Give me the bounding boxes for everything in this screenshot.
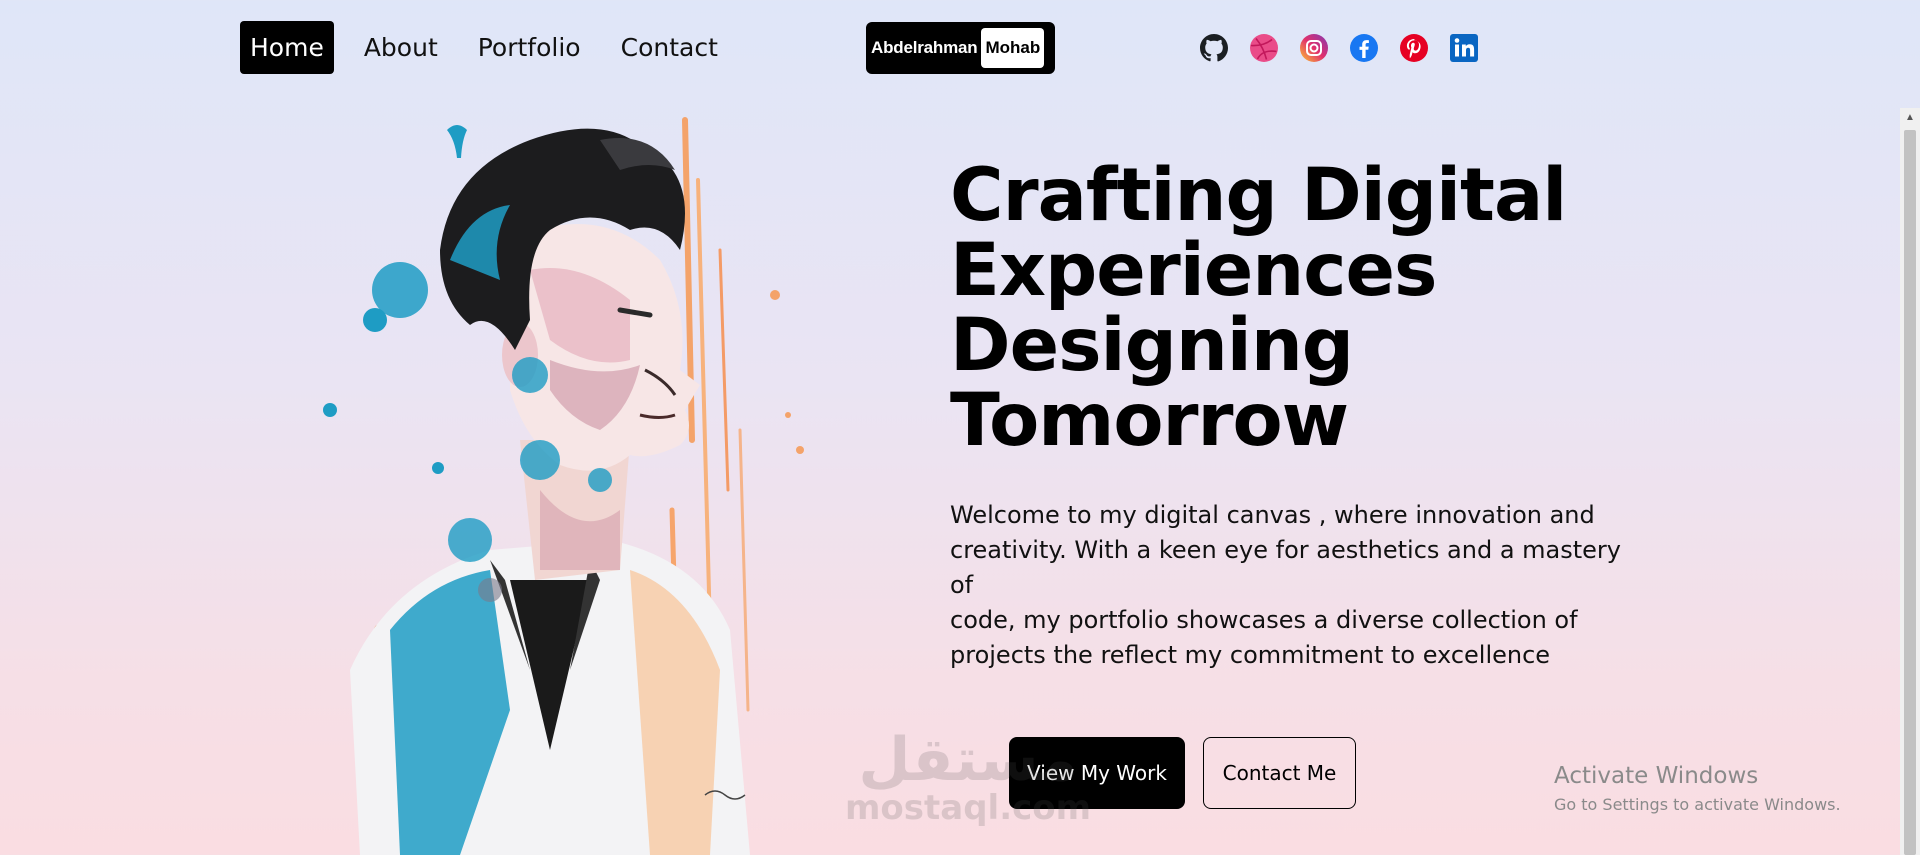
linkedin-icon[interactable]	[1448, 32, 1480, 64]
watermark-latin: mostaql.com	[845, 788, 1092, 828]
site-logo[interactable]: Abdelrahman Mohab	[866, 22, 1055, 74]
hero-headline: Crafting Digital Experiences Designing T…	[950, 158, 1650, 458]
headline-line-4: Tomorrow	[950, 378, 1349, 463]
intro-line: projects the reflect my commitment to ex…	[950, 641, 1551, 669]
social-links	[1198, 32, 1498, 64]
headline-line-3: Designing	[950, 303, 1354, 388]
intro-line: creativity. With a keen eye for aestheti…	[950, 536, 1621, 599]
intro-line: Welcome to my digital canvas , where inn…	[950, 501, 1595, 529]
scroll-up-arrow-icon[interactable]: ▲	[1900, 108, 1920, 126]
nav-contact[interactable]: Contact	[611, 21, 728, 74]
facebook-icon[interactable]	[1348, 32, 1380, 64]
hero-intro-text: Welcome to my digital canvas , where inn…	[950, 498, 1650, 673]
hero-portrait-illustration	[300, 110, 860, 855]
activation-subtitle: Go to Settings to activate Windows.	[1554, 795, 1841, 814]
logo-last-name: Mohab	[981, 28, 1045, 68]
nav-portfolio[interactable]: Portfolio	[468, 21, 591, 74]
nav-home[interactable]: Home	[240, 21, 334, 74]
activation-title: Activate Windows	[1554, 763, 1759, 789]
page-scrollbar[interactable]: ▲	[1900, 108, 1920, 855]
nav-about[interactable]: About	[354, 21, 448, 74]
headline-line-1: Crafting Digital	[950, 153, 1567, 238]
windows-activation-notice: Activate Windows Go to Settings to activ…	[1554, 761, 1841, 817]
contact-me-button[interactable]: Contact Me	[1203, 737, 1356, 809]
mostaql-watermark: مستقل mostaql.com	[845, 730, 1091, 826]
dribbble-icon[interactable]	[1248, 32, 1280, 64]
logo-first-name: Abdelrahman	[871, 38, 978, 57]
headline-line-2: Experiences	[950, 228, 1437, 313]
instagram-icon[interactable]	[1298, 32, 1330, 64]
watermark-arabic: مستقل	[858, 725, 1078, 795]
scrollbar-thumb[interactable]	[1904, 130, 1916, 855]
main-nav: Home About Portfolio Contact	[240, 21, 748, 74]
pinterest-icon[interactable]	[1398, 32, 1430, 64]
github-icon[interactable]	[1198, 32, 1230, 64]
intro-line: code, my portfolio showcases a diverse c…	[950, 606, 1578, 634]
